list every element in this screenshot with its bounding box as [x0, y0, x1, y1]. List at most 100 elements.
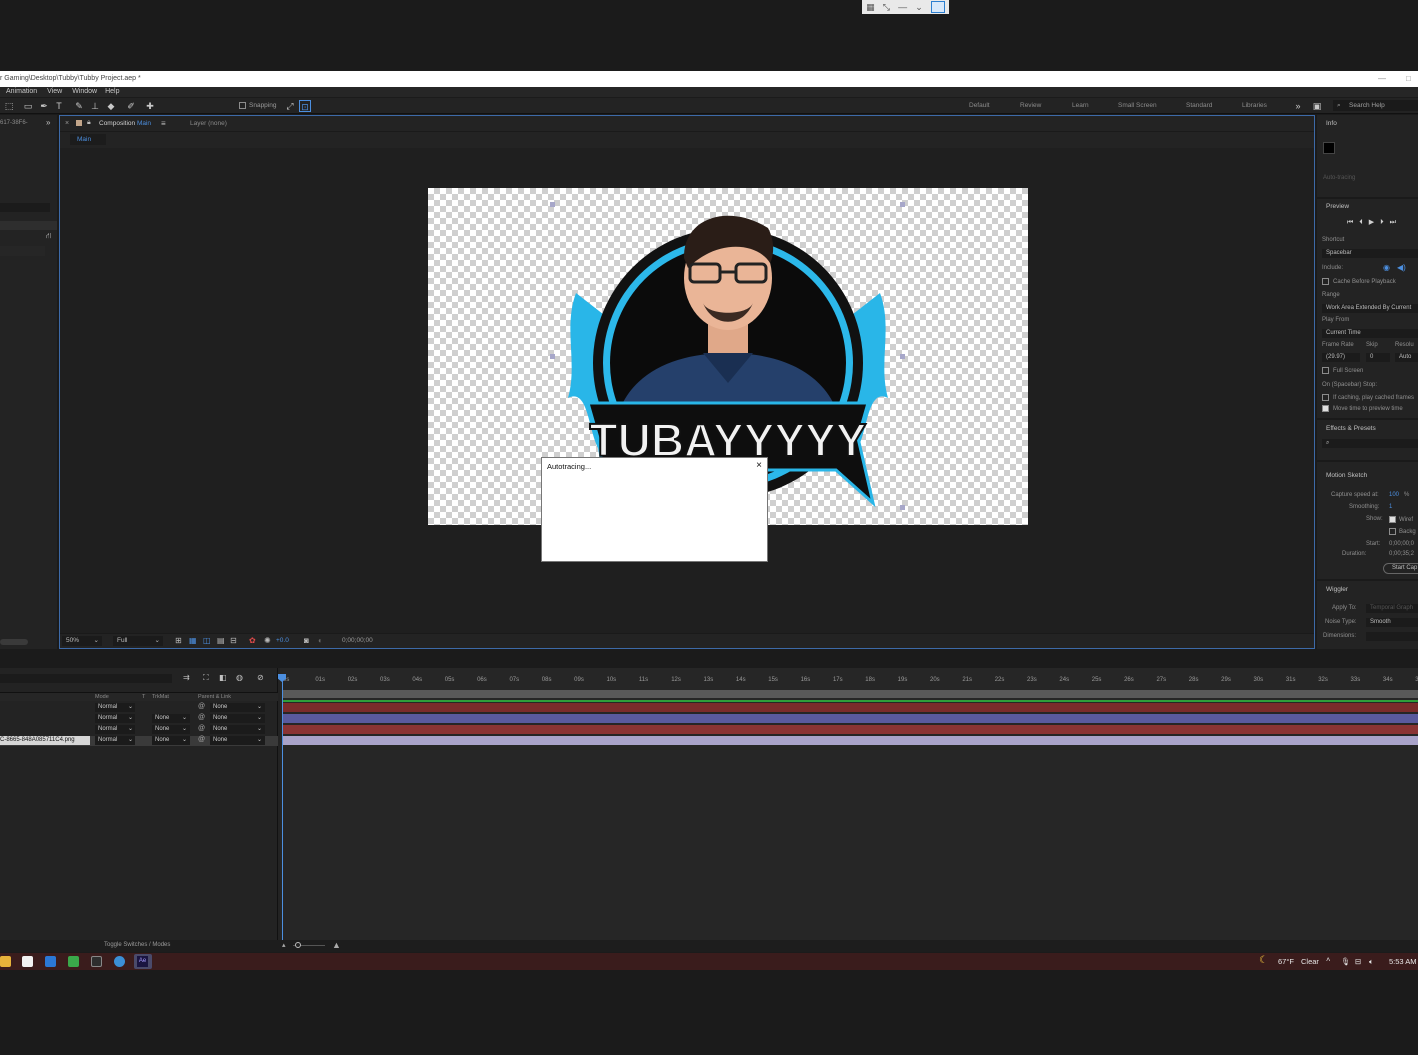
lock-icon[interactable]: 🔒︎	[87, 119, 91, 127]
snapping-toggle[interactable]: Snapping	[239, 102, 276, 109]
mail-icon[interactable]	[45, 956, 56, 967]
capture-speed-value[interactable]: 100	[1389, 492, 1399, 498]
playhead[interactable]	[282, 674, 283, 940]
chevron-up-icon[interactable]: ˄	[1326, 955, 1330, 964]
menu-window[interactable]: Window	[72, 87, 97, 97]
comp-flowchart-icon[interactable]: ⇉	[183, 673, 190, 682]
grid-options-icon[interactable]: ⊟	[230, 636, 237, 645]
notes-icon[interactable]	[22, 956, 33, 967]
layer-row[interactable]: Normal ⌄ @ None ⌄	[0, 703, 278, 713]
menu-help[interactable]: Help	[105, 87, 119, 97]
timeline-tracks[interactable]: 0s 01s 02s 03s 04s 05s 06s 07s 08s 09s 10s 11s 12s 13…	[278, 668, 1418, 940]
trkmat-dropdown[interactable]: None ⌄	[152, 736, 190, 745]
draft-3d-icon[interactable]: ⛶	[203, 673, 209, 683]
pick-whip-icon[interactable]: @	[198, 714, 205, 721]
roto-brush-tool-icon[interactable]: ✐	[125, 100, 137, 112]
effects-search-field[interactable]: ⌕	[1322, 439, 1418, 448]
preview-transport-icons[interactable]: ⏮⏴▶⏵⏭	[1347, 218, 1402, 227]
background-checkbox[interactable]	[1389, 528, 1396, 535]
project-item[interactable]	[0, 246, 45, 256]
weather-temperature[interactable]: 67°F	[1278, 957, 1294, 966]
minimize-window-button[interactable]: —	[1378, 71, 1386, 87]
layer-tab[interactable]: Layer (none)	[190, 120, 227, 127]
show-snapshot-icon[interactable]: ◐	[318, 636, 323, 645]
frame-rate-dropdown[interactable]: (29.97)	[1322, 353, 1360, 362]
work-area-bar[interactable]	[283, 690, 1418, 698]
mode-dropdown[interactable]: Normal ⌄	[95, 703, 135, 712]
layer-duration-bar[interactable]	[283, 725, 1418, 734]
toggle-switches-modes[interactable]: Toggle Switches / Modes	[104, 942, 170, 948]
if-caching-option[interactable]: If caching, play cached frames	[1322, 394, 1414, 401]
play-from-dropdown[interactable]: Current Time	[1322, 329, 1418, 338]
project-scrollbar[interactable]	[0, 639, 28, 645]
composition-tab[interactable]: Composition Main	[99, 120, 151, 127]
region-of-interest-icon[interactable]: ⊞	[175, 636, 182, 645]
zoom-in-icon[interactable]: ▲	[332, 940, 341, 950]
current-timecode[interactable]: 0;00;00;00	[342, 637, 373, 644]
if-caching-checkbox[interactable]	[1322, 394, 1329, 401]
full-screen-checkbox[interactable]	[1322, 367, 1329, 374]
parent-dropdown[interactable]: None ⌄	[210, 714, 265, 723]
dimensions-dropdown[interactable]	[1366, 632, 1418, 641]
mode-dropdown[interactable]: Normal ⌄	[95, 736, 135, 745]
more-workspaces-icon[interactable]: »	[1292, 100, 1304, 112]
layer-row[interactable]: Normal ⌄ None ⌄ @ None ⌄	[0, 714, 278, 724]
motion-blur-icon[interactable]: ◍	[236, 673, 243, 682]
monitor-icon[interactable]	[930, 1, 945, 13]
file-explorer-icon[interactable]	[0, 956, 11, 967]
expand-panel-icon[interactable]: »	[46, 118, 50, 127]
chevron-down-icon[interactable]: ⌄	[915, 0, 923, 14]
trkmat-dropdown[interactable]: None ⌄	[152, 714, 190, 723]
include-audio-icon[interactable]: ◀)	[1397, 263, 1406, 272]
clock-time[interactable]: 5:53 AM	[1389, 957, 1417, 966]
spreadsheet-icon[interactable]	[68, 956, 79, 967]
minimize-icon[interactable]: —	[898, 0, 907, 14]
layer-duration-bar[interactable]	[283, 736, 1418, 745]
graph-editor-icon[interactable]: ⊘	[257, 673, 264, 682]
color-channels-icon[interactable]: ✿	[249, 636, 256, 645]
wireframe-option[interactable]: Wiref	[1389, 516, 1413, 523]
layer-row[interactable]: Normal ⌄ None ⌄ @ None ⌄	[0, 725, 278, 735]
layer-name[interactable]: C-8665-848A085711C4.png	[0, 736, 90, 745]
parent-dropdown[interactable]: None ⌄	[210, 725, 265, 734]
workspace-learn[interactable]: Learn	[1072, 102, 1089, 109]
transparency-grid-icon[interactable]: ▦	[189, 636, 197, 645]
time-ruler[interactable]: 0s 01s 02s 03s 04s 05s 06s 07s 08s 09s 10s 11s 12s 13…	[280, 674, 1418, 690]
resolution-dropdown[interactable]: Auto	[1395, 353, 1418, 362]
mode-dropdown[interactable]: Normal ⌄	[95, 725, 135, 734]
zoom-slider-handle[interactable]	[295, 942, 301, 948]
exposure-value[interactable]: +0.0	[276, 637, 289, 644]
layer-duration-bar[interactable]	[283, 714, 1418, 723]
smoothing-value[interactable]: 1	[1389, 504, 1392, 510]
apply-to-dropdown[interactable]: Temporal Graph	[1366, 604, 1418, 613]
shy-layers-icon[interactable]: ◧	[219, 673, 227, 682]
skip-dropdown[interactable]: 0	[1366, 353, 1390, 362]
shortcut-dropdown[interactable]: Spacebar	[1322, 249, 1418, 258]
menu-view[interactable]: View	[47, 87, 62, 97]
zoom-dropdown[interactable]: 50% ⌄	[62, 636, 102, 646]
workspace-small-screen[interactable]: Small Screen	[1118, 102, 1157, 109]
range-dropdown[interactable]: Work Area Extended By Current	[1322, 304, 1418, 313]
clone-stamp-tool-icon[interactable]: ⊥	[89, 100, 101, 112]
microphone-icon[interactable]: 🎙︎	[1341, 957, 1351, 966]
move-time-option[interactable]: Move time to preview time	[1322, 405, 1403, 412]
workspace-default[interactable]: Default	[969, 102, 990, 109]
workspace-standard[interactable]: Standard	[1186, 102, 1212, 109]
puppet-pin-tool-icon[interactable]: ✚	[144, 100, 156, 112]
search-help-input[interactable]: ⌕ Search Help	[1333, 100, 1418, 111]
weather-condition[interactable]: Clear	[1301, 957, 1319, 966]
layer-row-selected[interactable]: C-8665-848A085711C4.png Normal ⌄ None ⌄ @ …	[0, 736, 278, 746]
layer-duration-bar[interactable]	[283, 703, 1418, 712]
volume-icon[interactable]: 🔈︎	[1369, 957, 1374, 967]
snap-options-icon[interactable]: ⤢	[284, 100, 296, 112]
guides-icon[interactable]: ▤	[217, 636, 225, 645]
workspace-review[interactable]: Review	[1020, 102, 1041, 109]
cache-before-playback[interactable]: Cache Before Playback	[1322, 278, 1396, 285]
include-video-icon[interactable]: ◉	[1383, 263, 1390, 272]
composition-breadcrumb[interactable]: Main	[70, 134, 106, 145]
mode-dropdown[interactable]: Normal ⌄	[95, 714, 135, 723]
collapse-icon[interactable]: ⤡	[883, 0, 890, 14]
terminal-icon[interactable]	[91, 956, 102, 967]
full-screen-option[interactable]: Full Screen	[1322, 367, 1363, 374]
pick-whip-icon[interactable]: @	[198, 703, 205, 710]
